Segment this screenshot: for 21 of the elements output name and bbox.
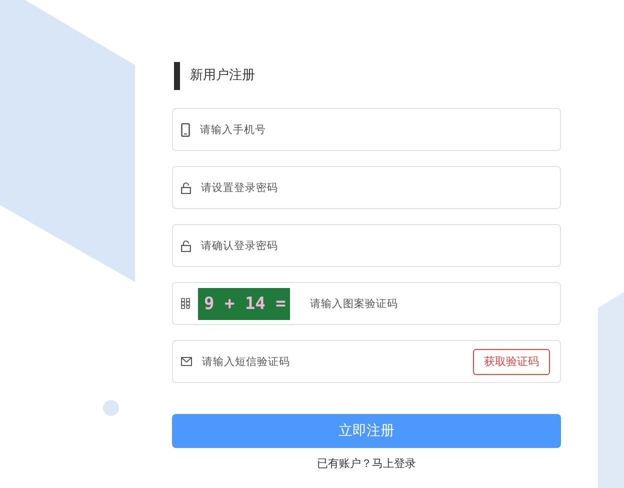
input-field[interactable]: 请输入图案验证码: [308, 296, 550, 310]
input-box[interactable]: 请输入短信验证码 获取验证码: [172, 340, 561, 383]
input-field[interactable]: 请输入短信验证码: [200, 354, 465, 368]
captcha-image[interactable]: 9 + 14 =: [198, 288, 290, 320]
register-button[interactable]: 立即注册: [172, 414, 561, 448]
get-code-button[interactable]: 获取验证码: [473, 348, 550, 374]
grid-icon: [181, 298, 190, 309]
input-field[interactable]: 请设置登录密码: [199, 180, 550, 194]
lock-icon: [181, 240, 191, 252]
phone-icon: [181, 122, 190, 136]
input-box[interactable]: 请输入手机号: [172, 108, 561, 151]
background-dot: [103, 400, 119, 416]
mail-icon: [181, 357, 192, 366]
input-box[interactable]: 请设置登录密码: [172, 166, 561, 209]
lock-icon: [181, 182, 191, 194]
input-field[interactable]: 请确认登录密码: [199, 238, 550, 252]
input-box[interactable]: 9 + 14 = 请输入图案验证码: [172, 282, 561, 325]
form-title: 新用户注册: [174, 62, 561, 90]
login-link[interactable]: 已有账户？马上登录: [317, 456, 416, 471]
input-field[interactable]: 请输入手机号: [198, 122, 550, 136]
input-box[interactable]: 请确认登录密码: [172, 224, 561, 267]
